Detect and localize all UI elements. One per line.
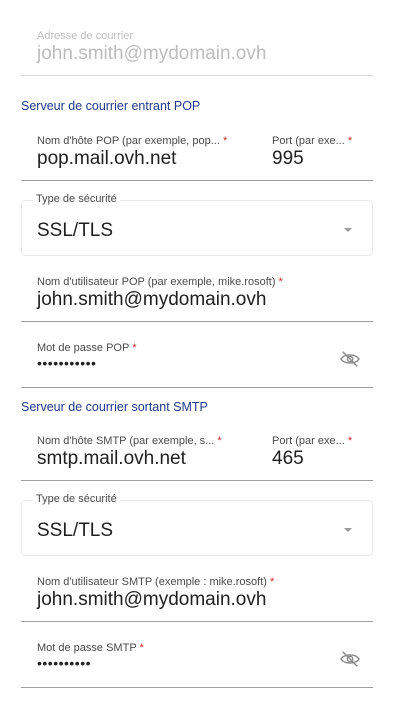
smtp-username-input[interactable]: john.smith@mydomain.ovh: [37, 589, 266, 611]
required-marker: *: [139, 642, 144, 654]
pop-host-label: Nom d'hôte POP (par exemple, pop...: [37, 135, 220, 147]
smtp-security-label: Type de sécurité: [33, 493, 120, 505]
pop-host-input[interactable]: pop.mail.ovh.net: [37, 148, 176, 170]
pop-host-underline: [21, 180, 373, 181]
required-marker: *: [347, 135, 353, 147]
pop-section-title: Serveur de courrier entrant POP: [21, 99, 201, 113]
smtp-username-underline: [21, 621, 373, 622]
pop-username-underline: [21, 321, 373, 322]
eye-off-icon[interactable]: [339, 650, 361, 668]
caret-down-icon: [344, 228, 352, 232]
smtp-security-select[interactable]: Type de sécurité SSL/TLS: [21, 493, 373, 556]
eye-off-icon[interactable]: [339, 350, 361, 368]
pop-username-label: Nom d'utilisateur POP (par exemple, mike…: [37, 276, 276, 288]
email-underline: [21, 75, 373, 76]
pop-port-label: Port (par exe...: [272, 135, 345, 147]
required-marker: *: [278, 276, 283, 288]
required-marker: *: [347, 435, 353, 447]
smtp-password-label: Mot de passe SMTP: [37, 642, 137, 654]
smtp-host-input[interactable]: smtp.mail.ovh.net: [37, 448, 186, 470]
smtp-host-label: Nom d'hôte SMTP (par exemple, s...: [37, 435, 215, 447]
email-label: Adresse de courrier: [37, 30, 133, 42]
pop-password-input[interactable]: •••••••••••: [37, 355, 96, 371]
smtp-section-title: Serveur de courrier sortant SMTP: [21, 400, 208, 414]
required-marker: *: [217, 435, 222, 447]
pop-port-input[interactable]: 995: [272, 148, 304, 170]
pop-password-underline: [21, 387, 373, 388]
pop-username-input[interactable]: john.smith@mydomain.ovh: [37, 289, 266, 311]
pop-security-label: Type de sécurité: [33, 193, 120, 205]
caret-down-icon: [344, 528, 352, 532]
smtp-password-underline: [21, 687, 373, 688]
smtp-host-underline: [21, 480, 373, 481]
email-value: john.smith@mydomain.ovh: [37, 43, 267, 64]
required-marker: *: [269, 576, 275, 588]
smtp-port-label: Port (par exe...: [272, 435, 345, 447]
smtp-password-input[interactable]: ••••••••••: [37, 655, 91, 671]
smtp-username-label: Nom d'utilisateur SMTP (exemple : mike.r…: [37, 576, 267, 588]
pop-security-value: SSL/TLS: [37, 220, 114, 241]
required-marker: *: [222, 135, 228, 147]
pop-password-label: Mot de passe POP: [37, 342, 130, 354]
required-marker: *: [132, 342, 137, 354]
smtp-port-input[interactable]: 465: [272, 448, 304, 470]
pop-security-select[interactable]: Type de sécurité SSL/TLS: [21, 193, 373, 256]
smtp-security-value: SSL/TLS: [37, 520, 114, 541]
